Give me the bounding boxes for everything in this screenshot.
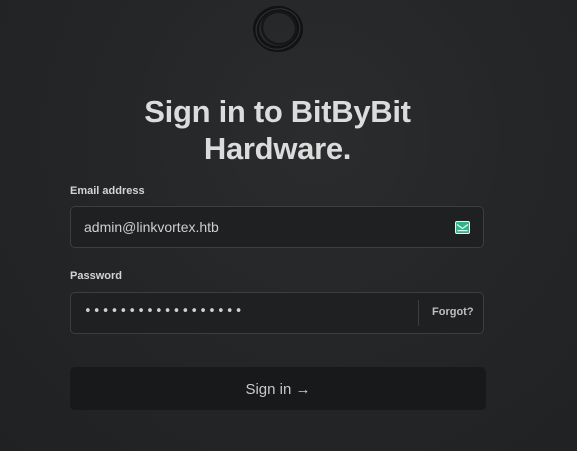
sign-in-button[interactable]: Sign in → (70, 367, 486, 410)
email-field-container[interactable] (70, 206, 484, 248)
page-title-line-1: Sign in to BitByBit (144, 93, 411, 129)
page-title: Sign in to BitByBit Hardware. (0, 93, 555, 167)
password-value: •••••••••••••••••• (84, 304, 244, 319)
field-divider (418, 300, 419, 326)
email-label: Email address (70, 185, 145, 197)
password-field[interactable]: •••••••••••••••••• Forgot? (70, 292, 484, 334)
page-title-line-2: Hardware. (203, 130, 352, 166)
forgot-password-link[interactable]: Forgot? (432, 306, 474, 318)
mail-icon (455, 221, 470, 234)
ring-logo-icon (251, 4, 305, 52)
email-field[interactable] (84, 207, 404, 247)
password-label: Password (70, 270, 122, 282)
